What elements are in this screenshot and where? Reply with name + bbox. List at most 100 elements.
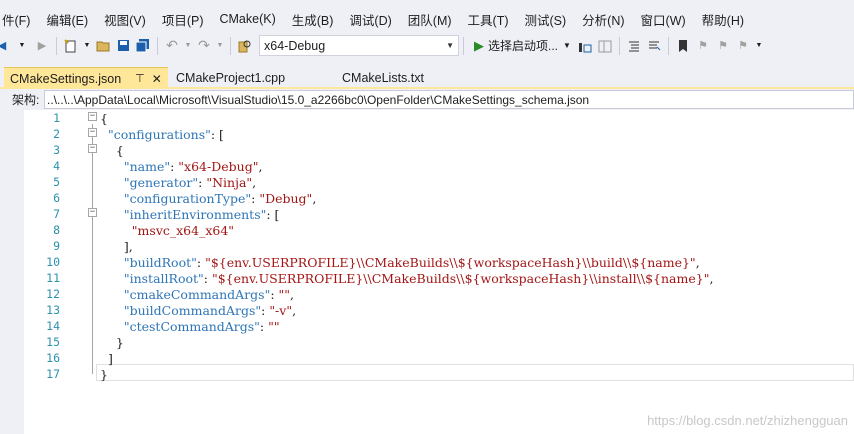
menu-view[interactable]: 视图(V) bbox=[96, 10, 154, 29]
menu-file[interactable]: 件(F) bbox=[0, 10, 38, 29]
current-line-highlight bbox=[96, 364, 854, 381]
line-number: 5 bbox=[53, 175, 60, 189]
collapse-icon[interactable]: − bbox=[88, 128, 97, 137]
code-line: "generator": "Ninja", bbox=[123, 175, 257, 190]
collapse-icon[interactable]: − bbox=[88, 208, 97, 217]
toolbar-separator bbox=[667, 36, 669, 55]
code-line: "ctestCommandArgs": "" bbox=[123, 319, 280, 334]
uncomment-lines-icon[interactable] bbox=[646, 38, 662, 54]
line-number: 6 bbox=[53, 191, 60, 205]
menu-cmake[interactable]: CMake(K) bbox=[211, 12, 283, 26]
bookmark-icon[interactable] bbox=[675, 38, 691, 54]
start-item-label: 选择启动项... bbox=[488, 39, 559, 53]
code-line: ] bbox=[100, 351, 113, 366]
toolbar-separator bbox=[463, 36, 464, 55]
collapse-icon[interactable]: − bbox=[88, 112, 97, 121]
toolbar-separator bbox=[157, 36, 158, 55]
document-tab-strip: CMakeSettings.json ⊤ ✕ CMakeProject1.cpp… bbox=[0, 65, 854, 89]
toolbar-options-icon[interactable]: ▼ bbox=[755, 38, 763, 54]
tab-label: CMakeProject1.cpp bbox=[176, 71, 286, 85]
menu-help[interactable]: 帮助(H) bbox=[694, 10, 752, 29]
line-number: 1 bbox=[53, 111, 60, 125]
undo-icon[interactable]: ↶ bbox=[164, 37, 180, 54]
save-all-icon[interactable] bbox=[135, 38, 151, 54]
chevron-down-icon[interactable]: ▼ bbox=[216, 38, 224, 54]
code-line: "cmakeCommandArgs": "", bbox=[123, 287, 295, 302]
line-number: 14 bbox=[46, 319, 60, 333]
chevron-down-icon[interactable]: ▼ bbox=[83, 38, 91, 54]
configuration-dropdown[interactable]: x64-Debug ▼ bbox=[259, 35, 459, 56]
tab-cmakesettings-json[interactable]: CMakeSettings.json ⊤ ✕ bbox=[4, 67, 168, 89]
toolbar-separator bbox=[618, 36, 620, 55]
toolbar-separator bbox=[230, 36, 231, 55]
back-icon[interactable]: ◀ bbox=[0, 38, 10, 54]
code-line: } bbox=[100, 367, 108, 382]
pin-icon[interactable]: ⊤ bbox=[135, 72, 145, 85]
clear-bookmarks-icon[interactable]: ⚑ bbox=[735, 38, 751, 54]
chevron-down-icon: ▼ bbox=[563, 41, 571, 50]
breakpoint-step-icon[interactable] bbox=[577, 38, 593, 54]
code-line: { bbox=[100, 143, 124, 158]
previous-bookmark-icon[interactable]: ⚑ bbox=[695, 38, 711, 54]
chevron-down-icon[interactable]: ▼ bbox=[184, 38, 192, 54]
code-line: "installRoot": "${env.USERPROFILE}\\CMak… bbox=[123, 271, 714, 286]
code-line: "name": "x64-Debug", bbox=[123, 159, 263, 174]
code-line: "configurationType": "Debug", bbox=[123, 191, 317, 206]
line-number: 15 bbox=[46, 335, 60, 349]
toolbar-separator bbox=[56, 36, 57, 55]
line-number: 12 bbox=[46, 287, 60, 301]
menu-window[interactable]: 窗口(W) bbox=[633, 10, 694, 29]
open-folder-icon[interactable] bbox=[95, 38, 111, 54]
save-icon[interactable] bbox=[115, 38, 131, 54]
tab-label: CMakeSettings.json bbox=[10, 71, 122, 86]
code-line: "inheritEnvironments": [ bbox=[123, 207, 280, 222]
line-number: 4 bbox=[53, 159, 60, 173]
menu-bar: 件(F) 编辑(E) 视图(V) 项目(P) CMake(K) 生成(B) 调试… bbox=[0, 8, 854, 30]
tab-label: CMakeLists.txt bbox=[342, 71, 424, 85]
menu-debug[interactable]: 调试(D) bbox=[341, 10, 399, 29]
code-line: "msvc_x64_x64" bbox=[131, 223, 235, 238]
menu-test[interactable]: 测试(S) bbox=[517, 10, 575, 29]
line-number: 11 bbox=[46, 271, 60, 285]
line-number: 8 bbox=[53, 223, 60, 237]
schema-label: 架构: bbox=[12, 93, 40, 107]
line-number: 16 bbox=[46, 351, 60, 365]
line-number: 10 bbox=[46, 255, 60, 269]
menu-team[interactable]: 团队(M) bbox=[400, 10, 460, 29]
configuration-value: x64-Debug bbox=[264, 38, 326, 53]
forward-icon[interactable]: ▶ bbox=[34, 38, 50, 54]
comment-lines-icon[interactable] bbox=[626, 38, 642, 54]
close-icon[interactable]: ✕ bbox=[152, 72, 162, 86]
tab-cmakeproject1-cpp[interactable]: CMakeProject1.cpp bbox=[170, 67, 291, 89]
code-line: "buildCommandArgs": "-v", bbox=[123, 303, 297, 318]
redo-icon[interactable]: ↷ bbox=[196, 37, 212, 54]
menu-analyze[interactable]: 分析(N) bbox=[574, 10, 632, 29]
start-item-button[interactable]: ▶ 选择启动项... ▼ bbox=[474, 37, 571, 54]
fold-guide bbox=[92, 124, 93, 374]
next-bookmark-icon[interactable]: ⚑ bbox=[715, 38, 731, 54]
play-icon: ▶ bbox=[474, 37, 484, 53]
code-line: "buildRoot": "${env.USERPROFILE}\\CMakeB… bbox=[123, 255, 700, 270]
line-number: 13 bbox=[46, 303, 60, 317]
code-line: ], bbox=[100, 239, 133, 254]
new-project-icon[interactable] bbox=[63, 38, 79, 54]
watermark: https://blog.csdn.net/zhizhengguan bbox=[647, 413, 848, 428]
menu-project[interactable]: 项目(P) bbox=[154, 10, 212, 29]
find-in-files-icon[interactable] bbox=[237, 38, 253, 54]
line-number: 7 bbox=[53, 207, 60, 221]
toolbar: ◀ ▼ ▶ ▼ ↶ ▼ ↷ ▼ x64-Debug ▼ ▶ 选择启动项... ▼… bbox=[0, 33, 854, 58]
code-line: "configurations": [ bbox=[107, 127, 224, 142]
line-number: 2 bbox=[53, 127, 60, 141]
code-line: } bbox=[100, 335, 124, 350]
menu-edit[interactable]: 编辑(E) bbox=[38, 10, 96, 29]
schema-path-field[interactable]: ..\..\..\AppData\Local\Microsoft\VisualS… bbox=[44, 90, 854, 109]
menu-build[interactable]: 生成(B) bbox=[284, 10, 342, 29]
code-editor[interactable]: 1 2 3 4 5 6 7 8 9 10 11 12 13 14 15 16 17 − − − − { "con… bbox=[24, 110, 854, 434]
chevron-down-icon[interactable]: ▼ bbox=[14, 38, 30, 54]
tab-cmakelists-txt[interactable]: CMakeLists.txt bbox=[336, 67, 430, 89]
collapse-icon[interactable]: − bbox=[88, 144, 97, 153]
menu-tools[interactable]: 工具(T) bbox=[460, 10, 517, 29]
window-layout-icon[interactable] bbox=[597, 38, 613, 54]
code-line: { bbox=[100, 111, 108, 126]
line-number: 9 bbox=[53, 239, 60, 253]
